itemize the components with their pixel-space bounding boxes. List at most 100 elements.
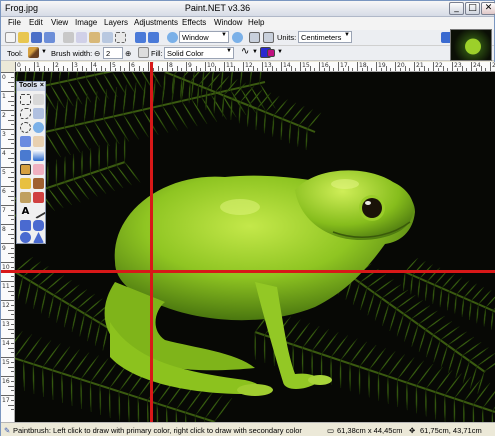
recolor-icon[interactable] [33, 192, 44, 203]
app-title: Paint.NET v3.36 [184, 3, 251, 13]
ruler-tick [1, 148, 14, 149]
ruler-tick [8, 366, 14, 368]
brush-width-decrease[interactable]: ⊖ [94, 49, 100, 58]
rectangle-icon[interactable] [20, 220, 31, 231]
zoom-icon[interactable] [167, 32, 178, 43]
menu-effects[interactable]: Effects [182, 18, 206, 27]
ruler-tick [11, 409, 14, 411]
brush-width-value: 2 [106, 49, 111, 58]
vertical-guide-line[interactable] [150, 62, 153, 422]
ruler-tick [67, 68, 69, 71]
ruler-number: 17 [340, 62, 348, 69]
paste-icon[interactable] [89, 32, 100, 43]
menu-adjustments[interactable]: Adjustments [134, 18, 178, 27]
ellipse-icon[interactable] [20, 232, 31, 243]
cut-icon[interactable] [63, 32, 74, 43]
ruler-icon[interactable] [263, 32, 274, 43]
ruler-tick [11, 323, 14, 325]
paintbrush-tool-icon[interactable] [20, 164, 31, 175]
copy-icon[interactable] [76, 32, 87, 43]
maximize-button[interactable]: □ [465, 2, 480, 15]
brush-width-input[interactable]: 2 [103, 47, 123, 59]
units-dropdown[interactable]: Centimeters ▼ [298, 31, 352, 43]
color-picker-icon[interactable] [33, 178, 44, 189]
fill-dropdown[interactable]: Solid Color ▼ [164, 47, 234, 59]
image-canvas[interactable] [15, 72, 495, 422]
title-bar[interactable]: Frog.jpg Paint.NET v3.36 _ □ ✕ [1, 1, 495, 17]
chevron-down-icon[interactable]: ▼ [41, 49, 47, 55]
line-icon[interactable] [30, 203, 47, 220]
gradient-icon[interactable] [33, 150, 44, 161]
ruler-tick [1, 243, 14, 244]
ruler-tick [181, 68, 183, 71]
image-thumbnail[interactable] [450, 29, 492, 61]
menu-image[interactable]: Image [75, 18, 97, 27]
crop-icon[interactable] [102, 32, 113, 43]
ruler-number: 18 [359, 62, 367, 69]
close-icon[interactable]: × [40, 82, 44, 89]
frog-photo [15, 72, 495, 422]
menu-help[interactable]: Help [248, 18, 264, 27]
ruler-tick [276, 68, 278, 71]
secondary-color-swatch[interactable] [267, 49, 275, 57]
brush-width-label: Brush width: [51, 49, 93, 58]
ruler-tick [86, 68, 88, 71]
new-icon[interactable] [5, 32, 16, 43]
status-bar: ✎ Paintbrush: Left click to draw with pr… [1, 422, 495, 436]
undo-icon[interactable] [135, 32, 146, 43]
deselect-icon[interactable] [115, 32, 126, 43]
menu-file[interactable]: File [8, 18, 21, 27]
ruler-tick [1, 91, 14, 92]
ruler-number: 19 [378, 62, 386, 69]
pencil-icon[interactable] [20, 178, 31, 189]
print-icon[interactable] [44, 32, 55, 43]
window-dropdown[interactable]: Window ▼ [179, 31, 229, 43]
freeform-shape-icon[interactable] [33, 232, 44, 243]
open-icon[interactable] [18, 32, 29, 43]
ruler-tick [100, 66, 102, 71]
tools-palette-header[interactable]: Tools × [17, 82, 45, 91]
redo-icon[interactable] [148, 32, 159, 43]
ellipse-select-icon[interactable] [20, 122, 31, 133]
close-button[interactable]: ✕ [481, 2, 495, 15]
lasso-select-icon[interactable] [20, 108, 31, 119]
pan-hand-icon[interactable] [33, 136, 44, 147]
ruler-number: 6 [131, 62, 135, 69]
minimize-button[interactable]: _ [449, 2, 464, 15]
grid-icon[interactable] [249, 32, 260, 43]
rectangle-select-icon[interactable] [20, 94, 31, 105]
ruler-tick [257, 68, 259, 71]
move-selection-icon[interactable] [33, 94, 44, 105]
ruler-tick [1, 357, 14, 358]
paintbrush-status-icon: ✎ [4, 426, 11, 435]
text-icon[interactable]: A [20, 206, 31, 217]
chevron-down-icon[interactable]: ▼ [252, 49, 258, 55]
ruler-tick [281, 62, 282, 71]
antialiasing-icon[interactable]: ∿ [241, 46, 249, 57]
ruler-tick [1, 167, 14, 168]
ruler-tick [1, 338, 14, 339]
ruler-tick [1, 376, 14, 377]
ruler-tick [11, 76, 14, 78]
ruler-number: 8 [2, 226, 6, 233]
menu-view[interactable]: View [51, 18, 68, 27]
save-icon[interactable] [31, 32, 42, 43]
zoom-tool-icon[interactable] [33, 122, 44, 133]
paint-bucket-icon[interactable] [20, 150, 31, 161]
chevron-down-icon[interactable]: ▼ [277, 49, 283, 55]
rounded-rectangle-icon[interactable] [33, 220, 44, 231]
horizontal-guide-line[interactable] [1, 270, 495, 273]
menu-edit[interactable]: Edit [29, 18, 43, 27]
clone-stamp-icon[interactable] [20, 192, 31, 203]
brush-width-increase[interactable]: ⊕ [125, 49, 131, 58]
magic-wand-icon[interactable] [20, 136, 31, 147]
move-icon[interactable] [33, 108, 44, 119]
menu-window[interactable]: Window [214, 18, 242, 27]
zoom-in-icon[interactable] [232, 32, 243, 43]
menu-layers[interactable]: Layers [104, 18, 128, 27]
ruler-tick [53, 62, 54, 71]
eraser-icon[interactable] [33, 164, 44, 175]
antialias-icon[interactable] [138, 47, 149, 58]
ruler-tick [48, 68, 50, 71]
paintbrush-icon[interactable] [28, 47, 39, 58]
